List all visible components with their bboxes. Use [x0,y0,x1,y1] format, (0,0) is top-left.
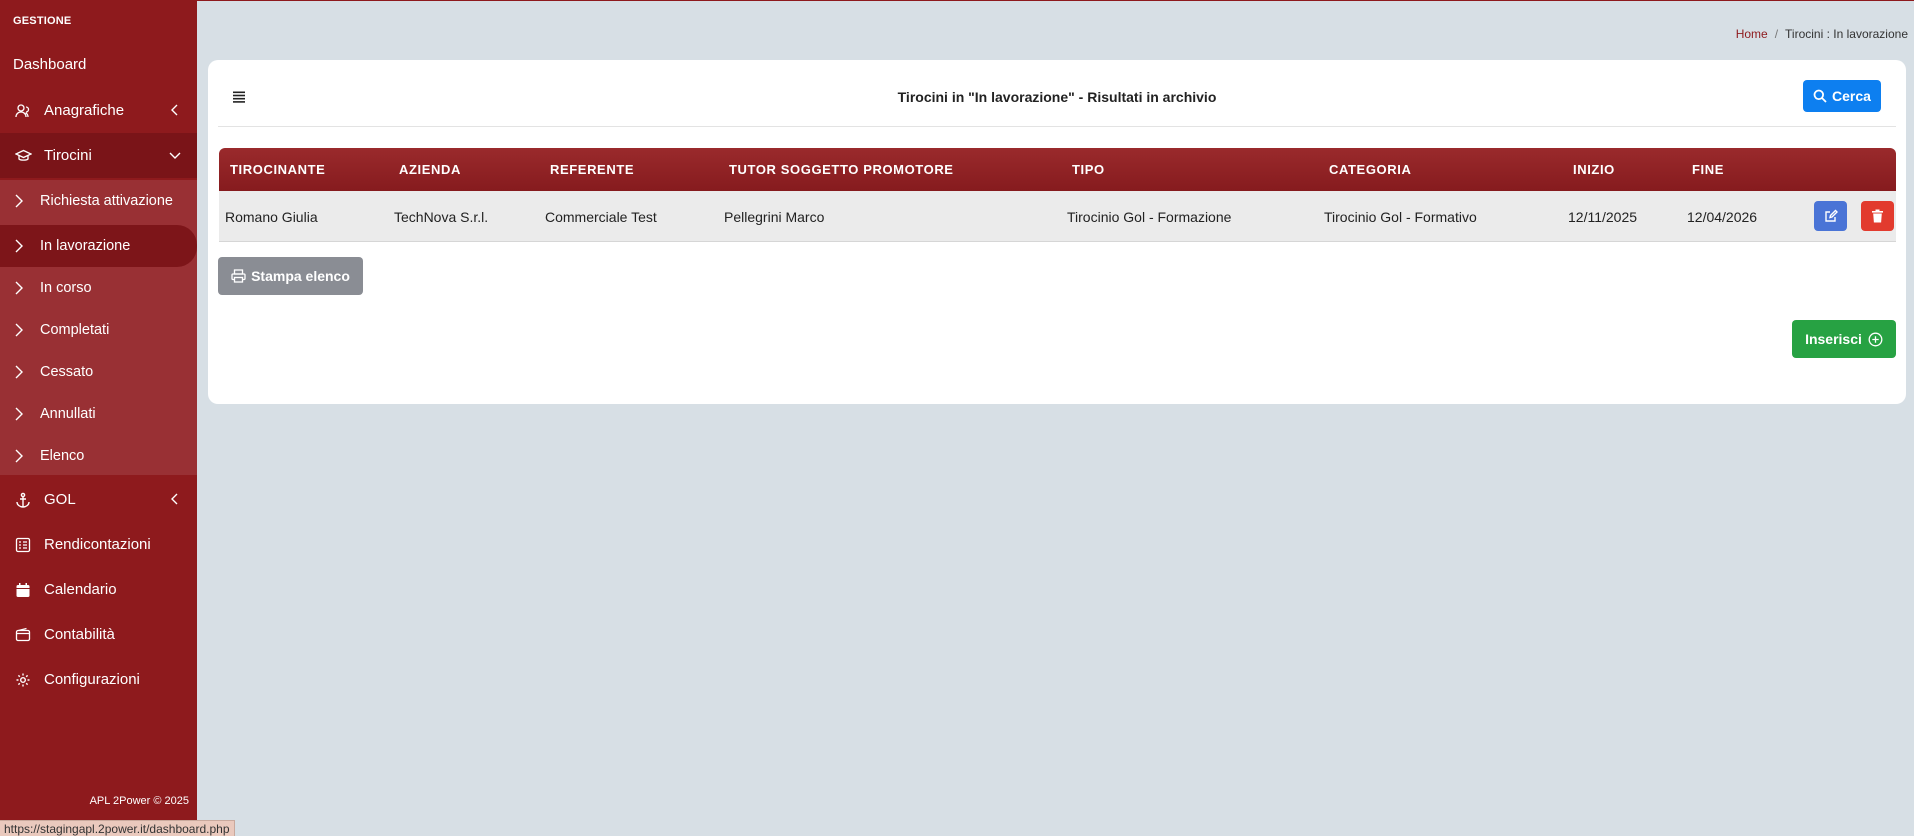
submenu-item-annullati[interactable]: Annullati [0,393,197,435]
cell-categoria: Tirocinio Gol - Formativo [1324,209,1477,225]
sidebar-item-label: Configurazioni [44,671,140,688]
column-header[interactable]: TIROCINANTE [230,162,325,177]
sidebar-item-configurazioni[interactable]: Configurazioni [0,657,197,702]
sidebar-footer: APL 2Power © 2025 [89,795,189,807]
insert-button[interactable]: Inserisci [1792,320,1896,358]
column-header[interactable]: CATEGORIA [1329,162,1411,177]
column-header[interactable]: TUTOR SOGGETTO PROMOTORE [729,162,954,177]
submenu-item-elenco[interactable]: Elenco [0,435,197,477]
column-header[interactable]: REFERENTE [550,162,634,177]
breadcrumb-home-link[interactable]: Home [1736,27,1768,41]
submenu-item-label: Cessato [40,364,94,380]
column-header[interactable]: AZIENDA [399,162,461,177]
submenu-item-label: In corso [40,280,92,296]
cell-azienda: TechNova S.r.l. [394,209,489,225]
search-button[interactable]: Cerca [1803,80,1881,112]
sidebar-item-dashboard[interactable]: Dashboard [0,42,197,87]
column-header[interactable]: TIPO [1072,162,1105,177]
chevron-right-icon [15,281,23,295]
edit-button[interactable] [1814,201,1847,231]
sidebar-item-label: Contabilità [44,626,115,643]
submenu-item-label: Richiesta attivazione [40,193,173,209]
graduation-cap-icon [12,145,34,167]
column-header[interactable]: INIZIO [1573,162,1615,177]
table-header: TIROCINANTE AZIENDA REFERENTE TUTOR SOGG… [219,148,1896,191]
wallet-icon [12,624,34,646]
gear-icon [12,669,34,691]
chevron-right-icon [15,449,23,463]
status-bar-url: https://stagingapl.2power.it/dashboard.p… [0,820,235,836]
results-table: TIROCINANTE AZIENDA REFERENTE TUTOR SOGG… [219,148,1896,242]
chevron-right-icon [15,365,23,379]
tirocini-submenu: Richiesta attivazione In lavorazione In … [0,180,197,475]
chevron-right-icon [15,323,23,337]
cell-referente: Commerciale Test [545,209,657,225]
sidebar-item-calendario[interactable]: Calendario [0,567,197,612]
sidebar-item-gol[interactable]: GOL [0,477,197,522]
submenu-item-label: In lavorazione [40,238,131,254]
sidebar-item-anagrafiche[interactable]: Anagrafiche [0,88,197,133]
cell-tutor: Pellegrini Marco [724,209,825,225]
sidebar-item-label: Anagrafiche [44,102,125,119]
cell-tirocinante: Romano Giulia [225,209,318,225]
cell-tipo: Tirocinio Gol - Formazione [1067,209,1232,225]
cell-fine: 12/04/2026 [1687,209,1758,225]
insert-button-label: Inserisci [1805,331,1862,347]
top-accent-line [0,0,1914,1]
submenu-item-in-corso[interactable]: In corso [0,267,197,309]
sidebar-item-rendicontazioni[interactable]: Rendicontazioni [0,522,197,567]
chevron-right-icon [15,407,23,421]
anchor-icon [12,489,34,511]
column-header[interactable]: FINE [1692,162,1724,177]
edit-icon [1824,209,1838,222]
submenu-item-label: Completati [40,322,110,338]
list-icon [12,534,34,556]
sidebar-heading: GESTIONE [13,15,72,27]
print-list-button-label: Stampa elenco [251,268,350,284]
sidebar-item-label: Tirocini [44,147,92,164]
chevron-down-icon [169,152,181,159]
sidebar-item-label: Calendario [44,581,117,598]
header-divider [218,126,1896,127]
sidebar-item-tirocini[interactable]: Tirocini [0,133,197,178]
cell-inizio: 12/11/2025 [1568,209,1638,225]
submenu-item-label: Elenco [40,448,85,464]
breadcrumb: Home / Tirocini : In lavorazione [1736,27,1908,41]
submenu-item-completati[interactable]: Completati [0,309,197,351]
page-title: Tirocini in "In lavorazione" - Risultati… [897,89,1217,105]
sidebar: GESTIONE Dashboard Anagrafiche Tirocini … [0,0,197,836]
submenu-item-label: Annullati [40,406,96,422]
sidebar-item-label: GOL [44,491,76,508]
trash-icon [1872,209,1883,223]
table-row[interactable]: Romano Giulia TechNova S.r.l. Commercial… [219,191,1896,242]
chevron-left-icon [171,493,178,505]
sidebar-item-label: Rendicontazioni [44,536,151,553]
chevron-left-icon [171,104,178,116]
breadcrumb-current: Tirocini : In lavorazione [1785,27,1908,41]
search-button-label: Cerca [1832,88,1871,104]
results-card: Tirocini in "In lavorazione" - Risultati… [208,60,1906,404]
chevron-right-icon [15,239,23,253]
users-icon [12,100,34,122]
submenu-item-in-lavorazione[interactable]: In lavorazione [0,225,197,267]
sidebar-item-contabilita[interactable]: Contabilità [0,612,197,657]
plus-circle-icon [1868,332,1883,346]
delete-button[interactable] [1861,201,1894,231]
sidebar-item-label: Dashboard [13,56,87,73]
calendar-icon [12,579,34,601]
printer-icon [231,269,246,283]
submenu-item-cessato[interactable]: Cessato [0,351,197,393]
breadcrumb-separator: / [1774,27,1779,41]
search-icon [1813,89,1827,103]
submenu-item-richiesta-attivazione[interactable]: Richiesta attivazione [0,180,197,222]
print-list-button[interactable]: Stampa elenco [218,257,363,295]
chevron-right-icon [15,194,23,208]
